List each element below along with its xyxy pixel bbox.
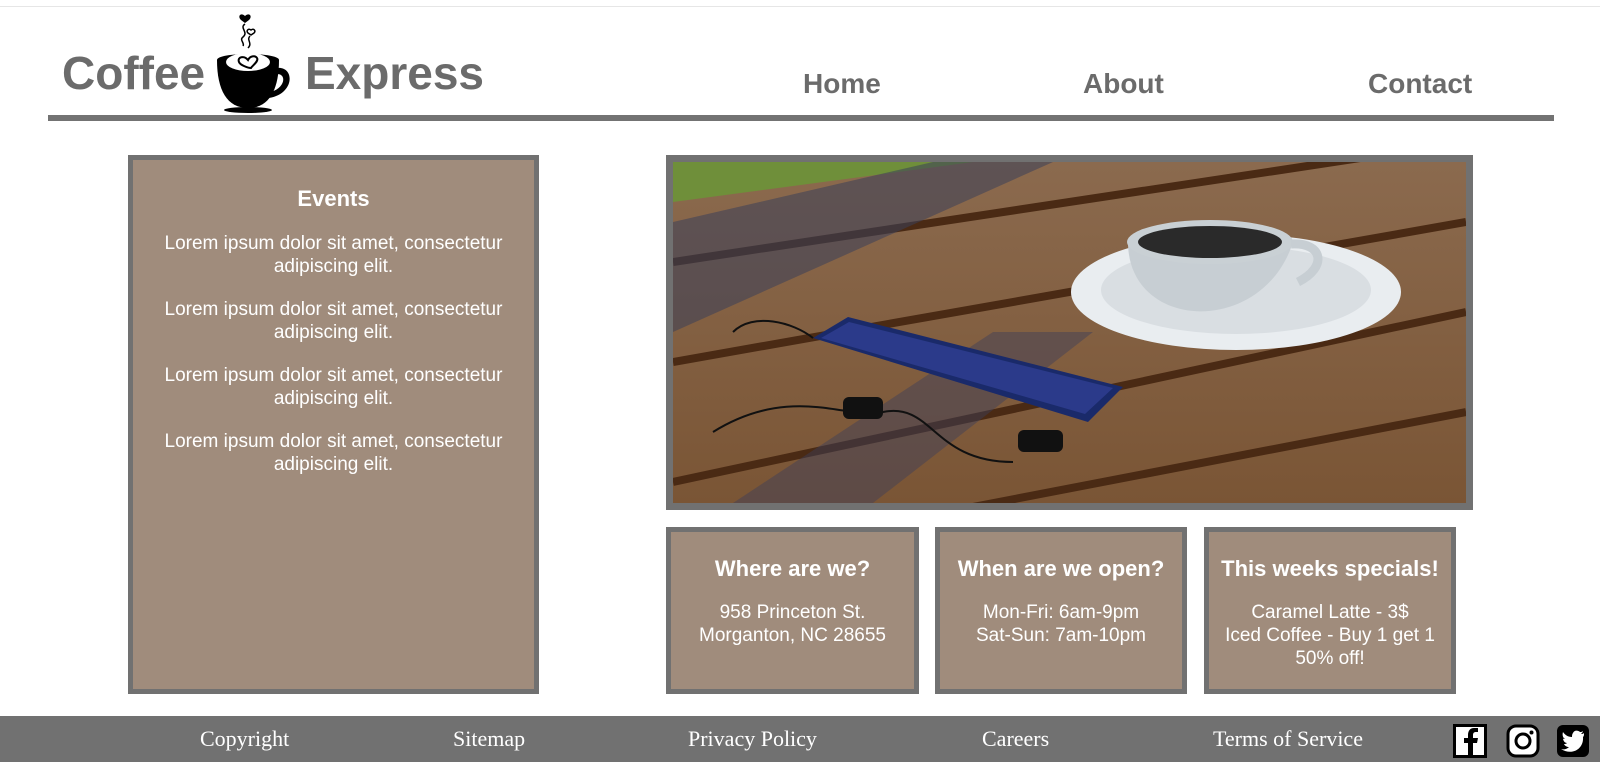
location-panel: Where are we? 958 Princeton St. Morganto… xyxy=(666,527,919,694)
event-item: Lorem ipsum dolor sit amet, consectetur … xyxy=(164,431,503,475)
nav-about[interactable]: About xyxy=(1083,70,1164,98)
event-item: Lorem ipsum dolor sit amet, consectetur … xyxy=(164,299,503,343)
events-panel: Events Lorem ipsum dolor sit amet, conse… xyxy=(128,155,539,694)
special-item: Caramel Latte - 3$ xyxy=(1251,602,1409,623)
nav-contact[interactable]: Contact xyxy=(1368,70,1472,98)
hours-title: When are we open? xyxy=(957,556,1165,581)
footer-link-sitemap[interactable]: Sitemap xyxy=(453,728,525,750)
hours-line: Sat-Sun: 7am-10pm xyxy=(975,625,1147,646)
hero-image xyxy=(666,155,1473,510)
twitter-icon[interactable] xyxy=(1556,724,1590,758)
event-item: Lorem ipsum dolor sit amet, consectetur … xyxy=(164,233,503,277)
specials-title: This weeks specials! xyxy=(1221,556,1439,581)
hours-panel: When are we open? Mon-Fri: 6am-9pm Sat-S… xyxy=(935,527,1187,694)
location-title: Where are we? xyxy=(714,556,871,581)
facebook-icon[interactable] xyxy=(1453,724,1487,758)
nav-home[interactable]: Home xyxy=(803,70,881,98)
footer-link-careers[interactable]: Careers xyxy=(982,728,1049,750)
header-divider xyxy=(48,115,1554,121)
event-item: Lorem ipsum dolor sit amet, consectetur … xyxy=(164,365,503,409)
hours-line: Mon-Fri: 6am-9pm xyxy=(982,602,1140,623)
coffee-cup-heart-icon xyxy=(217,14,290,113)
footer: Copyright Sitemap Privacy Policy Careers… xyxy=(0,716,1600,762)
instagram-icon[interactable] xyxy=(1506,724,1540,758)
address-line: Morganton, NC 28655 xyxy=(699,625,886,646)
logo-text-express: Express xyxy=(305,47,485,99)
top-divider xyxy=(0,6,1600,7)
events-title: Events xyxy=(297,186,370,211)
logo-text-coffee: Coffee xyxy=(62,47,206,99)
address-line: 958 Princeton St. xyxy=(719,602,866,623)
specials-panel: This weeks specials! Caramel Latte - 3$ … xyxy=(1204,527,1456,694)
special-item: Iced Coffee - Buy 1 get 1 50% off! xyxy=(1225,625,1435,669)
footer-link-privacy-policy[interactable]: Privacy Policy xyxy=(688,728,817,750)
footer-link-copyright[interactable]: Copyright xyxy=(200,728,289,750)
footer-link-terms-of-service[interactable]: Terms of Service xyxy=(1213,728,1363,750)
